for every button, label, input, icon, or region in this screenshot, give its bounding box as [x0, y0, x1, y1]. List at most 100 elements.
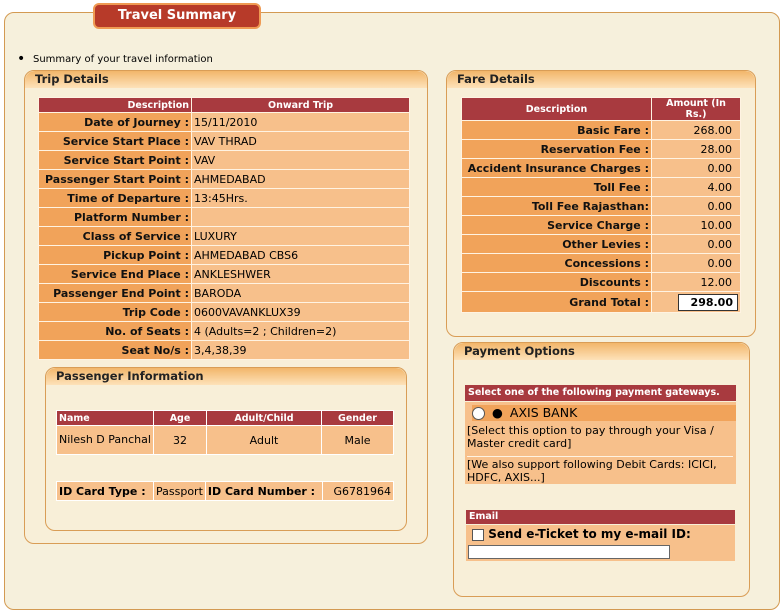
fare-row-label: Toll Fee : [461, 177, 652, 197]
col-amount: Amount (In Rs.) [651, 97, 741, 121]
grand-total-value: 298.00 [678, 293, 738, 311]
table-row: Class of Service : LUXURY [38, 226, 410, 246]
page-title: Travel Summary [93, 3, 261, 29]
trip-row-label: Passenger Start Point : [38, 169, 192, 189]
fare-row-value: 4.00 [651, 177, 741, 197]
table-row: Passenger Start Point : AHMEDABAD [38, 169, 410, 189]
trip-row-value: ANKLESHWER [191, 264, 410, 284]
id-number-label: ID Card Number : [204, 481, 323, 501]
id-type-value: Passport [153, 481, 206, 501]
trip-row-value: 3,4,38,39 [191, 340, 410, 360]
table-row: Service Charge :10.00 [461, 215, 741, 235]
trip-row-label: Passenger End Point : [38, 283, 192, 303]
col-gender: Gender [321, 410, 394, 426]
fare-row-value: 28.00 [651, 139, 741, 159]
table-row: Time of Departure :13:45Hrs. [38, 188, 410, 208]
table-row: Toll Fee :4.00 [461, 177, 741, 197]
table-row: Reservation Fee :28.00 [461, 139, 741, 159]
col-description: Description [38, 97, 192, 113]
trip-row-label: Trip Code : [38, 302, 192, 322]
table-row: Service End Place : ANKLESHWER [38, 264, 410, 284]
email-bar: Email [466, 510, 735, 524]
id-number-value: G6781964 [321, 481, 395, 501]
trip-row-value: VAV [191, 150, 410, 170]
fare-row-value: 268.00 [651, 120, 741, 140]
trip-row-label: Service Start Place : [38, 131, 192, 151]
axis-bank-radio[interactable] [472, 407, 485, 420]
trip-row-label: Seat No/s : [38, 340, 192, 360]
table-row: Date of Journey :15/11/2010 [38, 112, 410, 132]
fare-details-table: Description Amount (In Rs.) Basic Fare :… [461, 97, 741, 313]
trip-details-table: Description Onward Trip Date of Journey … [38, 97, 410, 360]
table-row: Seat No/s :3,4,38,39 [38, 340, 410, 360]
table-row: Service Start Point : VAV [38, 150, 410, 170]
fare-row-label: Service Charge : [461, 215, 652, 235]
passenger-gender: Male [321, 425, 394, 455]
fare-row-value: 0.00 [651, 196, 741, 216]
axis-bank-label: AXIS BANK [509, 405, 578, 420]
fare-row-label: Reservation Fee : [461, 139, 652, 159]
fare-row-label: Concessions : [461, 253, 652, 273]
trip-row-label: Service Start Point : [38, 150, 192, 170]
table-row: Accident Insurance Charges :0.00 [461, 158, 741, 178]
payment-gateway-bar: Select one of the following payment gate… [465, 385, 736, 401]
trip-row-label: Class of Service : [38, 226, 192, 246]
col-fare-description: Description [461, 97, 652, 121]
id-type-label: ID Card Type : [56, 481, 154, 501]
trip-row-value: 15/11/2010 [191, 112, 410, 132]
trip-row-label: Date of Journey : [38, 112, 192, 132]
passenger-type: Adult [206, 425, 322, 455]
fare-details-heading: Fare Details [447, 71, 755, 88]
fare-row-label: Accident Insurance Charges : [461, 158, 652, 178]
payment-note-debit: [We also support following Debit Cards: … [467, 456, 733, 484]
table-row: Concessions :0.00 [461, 253, 741, 273]
fare-row-value: 0.00 [651, 253, 741, 273]
table-row: Basic Fare :268.00 [461, 120, 741, 140]
fare-row-label: Other Levies : [461, 234, 652, 254]
fare-row-value: 0.00 [651, 158, 741, 178]
table-row: No. of Seats :4 (Adults=2 ; Children=2) [38, 321, 410, 341]
table-row: Toll Fee Rajasthan: 0.00 [461, 196, 741, 216]
fare-row-value: 10.00 [651, 215, 741, 235]
col-onward-trip: Onward Trip [191, 97, 410, 113]
grand-total-label: Grand Total : [461, 291, 652, 313]
trip-row-label: No. of Seats : [38, 321, 192, 341]
payment-options-heading: Payment Options [454, 343, 749, 360]
passenger-age: 32 [153, 425, 207, 455]
table-row: Nilesh D Panchal 32 Adult Male [56, 425, 394, 455]
table-row: Pickup Point : AHMEDABAD CBS6 [38, 245, 410, 265]
grand-total-row: Grand Total : 298.00 [461, 291, 741, 313]
send-eticket-checkbox[interactable] [472, 528, 484, 541]
trip-row-value: 4 (Adults=2 ; Children=2) [191, 321, 410, 341]
trip-row-label: Pickup Point : [38, 245, 192, 265]
bullet-icon: • [17, 51, 26, 67]
trip-row-label: Time of Departure : [38, 188, 192, 208]
email-option[interactable]: Send e-Ticket to my e-mail ID: [472, 527, 691, 541]
col-name: Name [56, 410, 154, 426]
table-row: Service Start Place : VAV THRAD [38, 131, 410, 151]
col-age: Age [153, 410, 207, 426]
bullet-icon: ● [491, 405, 503, 420]
fare-row-label: Discounts : [461, 272, 652, 292]
email-field[interactable] [468, 545, 670, 559]
trip-row-value: 13:45Hrs. [191, 188, 410, 208]
summary-text: Summary of your travel information [33, 54, 213, 65]
table-row: Passenger End Point : BARODA [38, 283, 410, 303]
table-row: Platform Number : [38, 207, 410, 227]
fare-row-label: Toll Fee Rajasthan: [461, 196, 652, 216]
col-adult-child: Adult/Child [206, 410, 322, 426]
trip-row-label: Service End Place : [38, 264, 192, 284]
table-row: Trip Code :0600VAVANKLUX39 [38, 302, 410, 322]
fare-row-value: 12.00 [651, 272, 741, 292]
payment-note-credit: [Select this option to pay through your … [467, 424, 714, 450]
passenger-table: Name Age Adult/Child Gender Nilesh D Pan… [56, 410, 394, 455]
table-row: Discounts :12.00 [461, 272, 741, 292]
axis-bank-option[interactable]: ● AXIS BANK [472, 405, 736, 421]
table-row: Other Levies :0.00 [461, 234, 741, 254]
trip-row-value: LUXURY [191, 226, 410, 246]
trip-row-value [191, 207, 410, 227]
fare-row-value: 0.00 [651, 234, 741, 254]
fare-row-label: Basic Fare : [461, 120, 652, 140]
send-eticket-label: Send e-Ticket to my e-mail ID: [488, 527, 691, 541]
trip-row-value: BARODA [191, 283, 410, 303]
